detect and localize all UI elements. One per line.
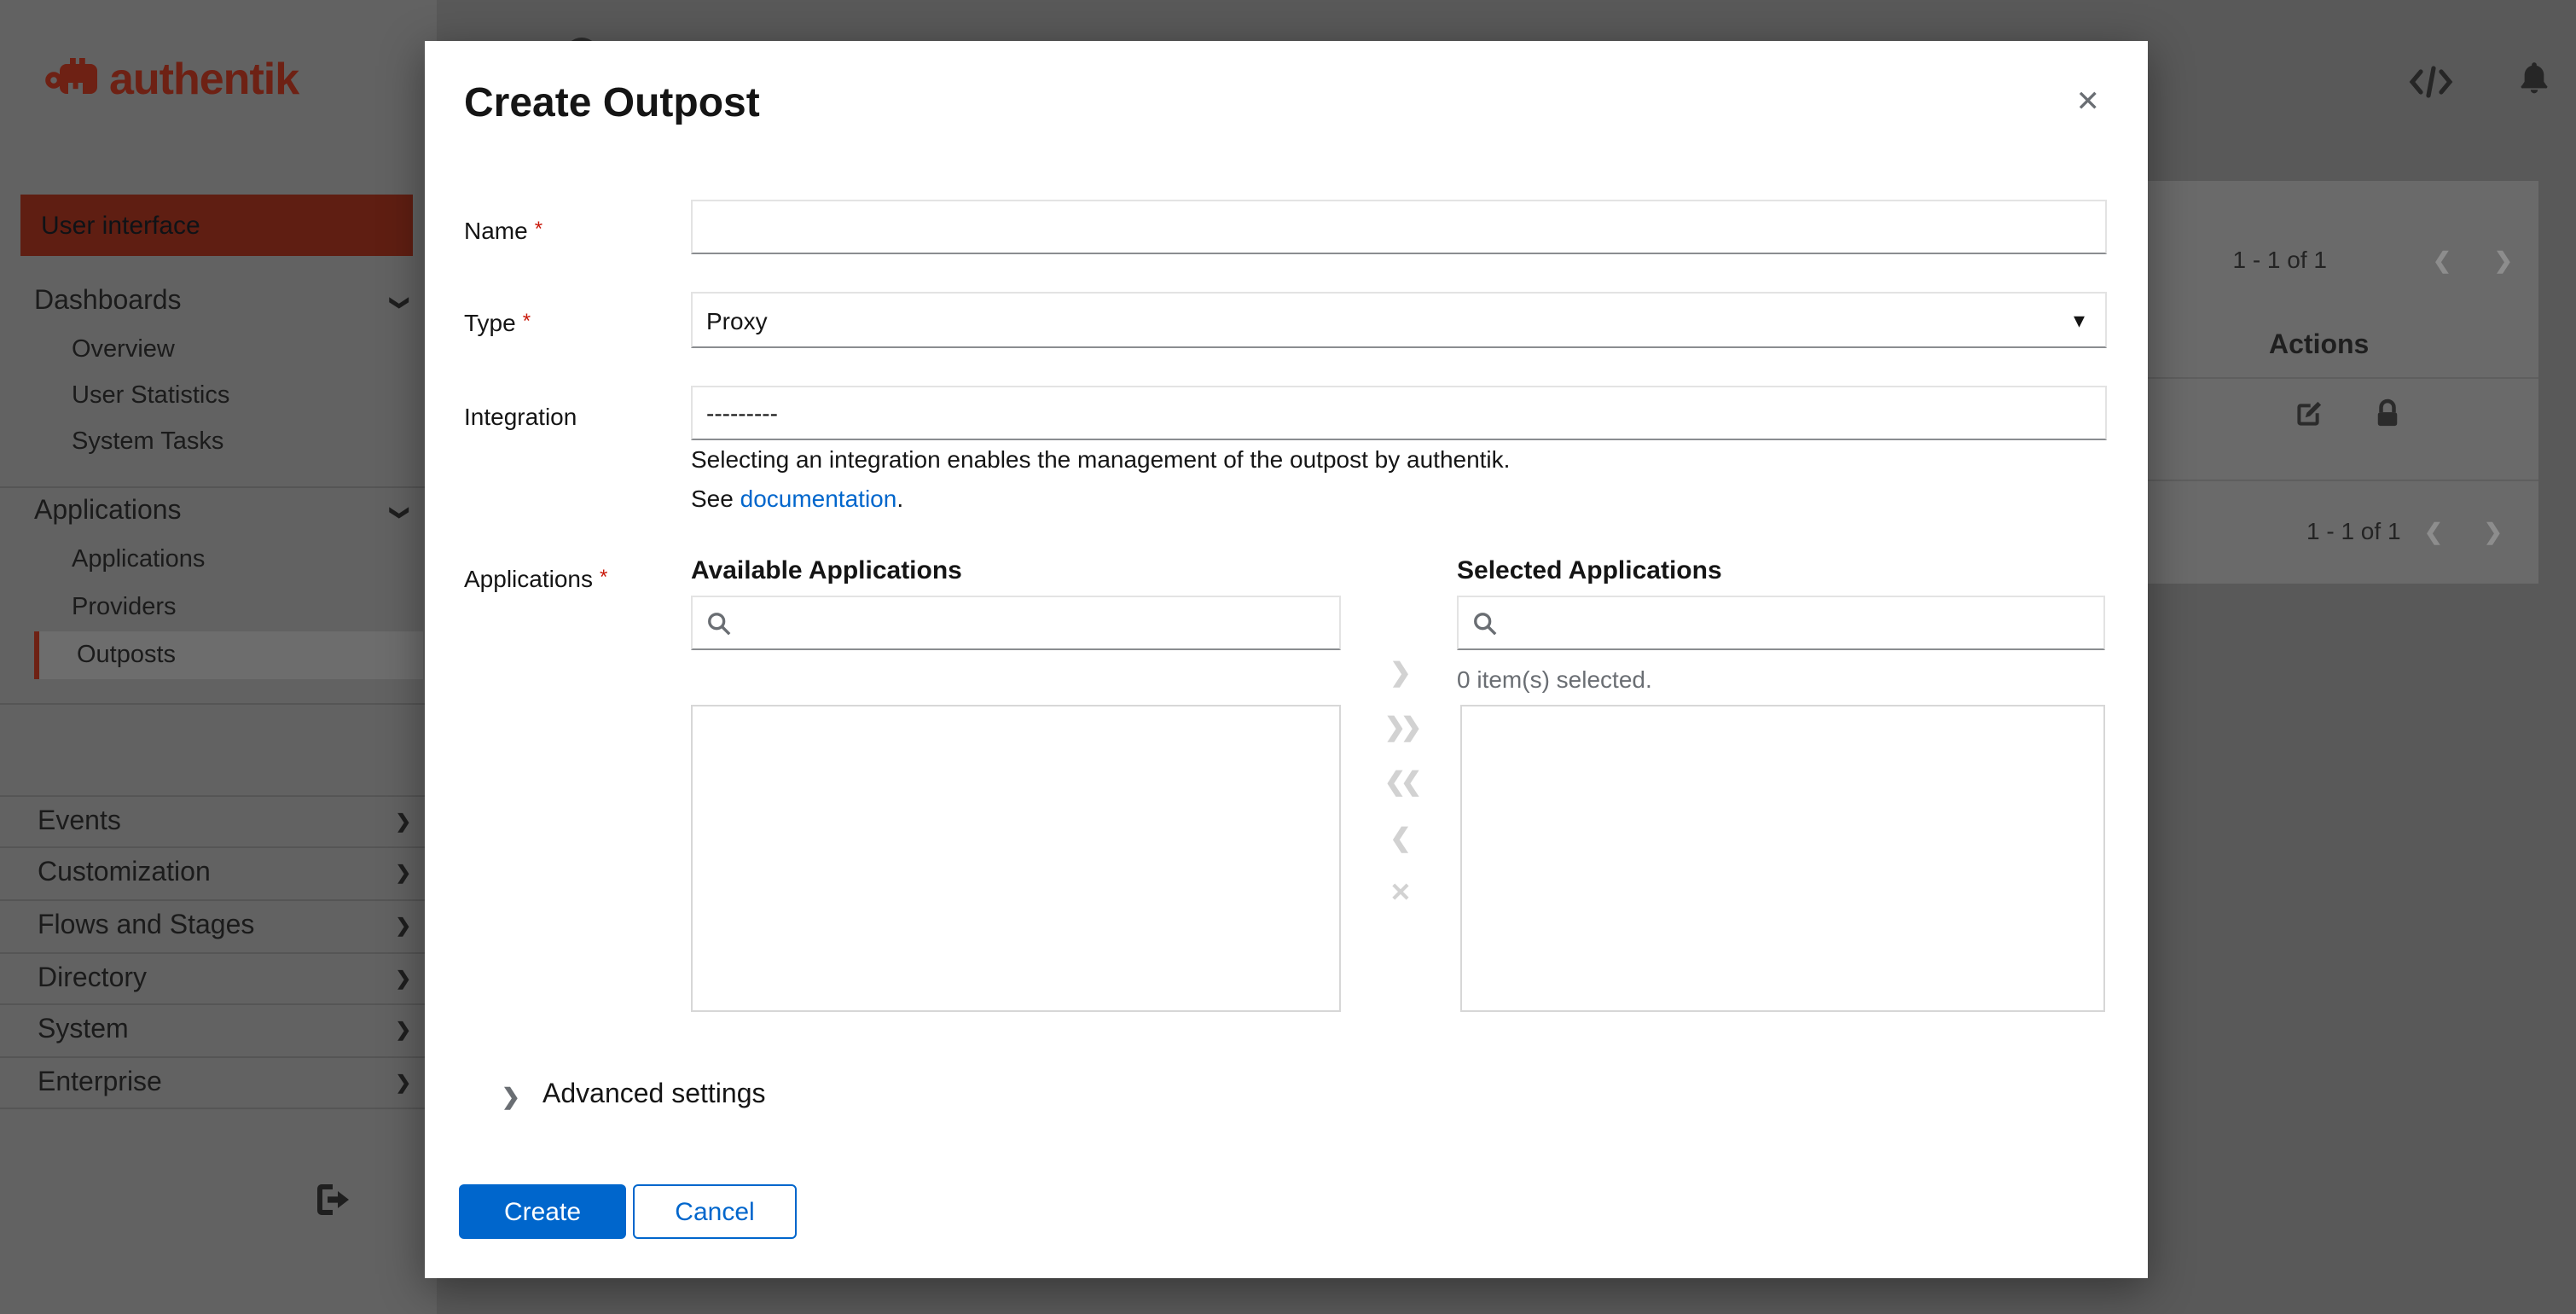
add-selected-icon[interactable]: ❯ <box>1380 659 1421 689</box>
sidebar-item-outposts[interactable]: Outposts <box>34 631 423 679</box>
sign-out-icon[interactable] <box>317 1184 351 1215</box>
sidebar-divider <box>0 703 437 705</box>
lock-icon[interactable] <box>2375 398 2400 439</box>
required-asterisk: * <box>600 565 608 589</box>
api-code-icon[interactable] <box>2409 65 2453 108</box>
sidebar-item-label: Flows and Stages <box>38 910 255 939</box>
search-icon <box>708 612 731 635</box>
pagination-top-text: 1 - 1 of 1 <box>2232 246 2327 273</box>
modal-title: Create Outpost <box>464 80 760 126</box>
chevron-right-icon: ❯ <box>395 863 411 884</box>
available-search-input[interactable] <box>742 596 1339 650</box>
selected-applications-list[interactable] <box>1460 705 2105 1012</box>
chevron-right-icon: ❯ <box>395 1073 411 1094</box>
sidebar-item-label: Enterprise <box>38 1067 162 1096</box>
selected-search-box <box>1457 596 2105 650</box>
selected-applications-header: Selected Applications <box>1457 556 1722 585</box>
user-interface-label: User interface <box>41 211 200 240</box>
pagination-bottom-text: 1 - 1 of 1 <box>2306 517 2401 544</box>
brand-logo[interactable]: authentik <box>44 51 299 106</box>
app-root: authentik User interface Dashboards ❯ Ov… <box>0 0 2576 1314</box>
close-icon[interactable]: ✕ <box>2076 85 2101 119</box>
applications-label: Applications * <box>464 565 608 592</box>
sidebar-item-system-tasks[interactable]: System Tasks <box>34 418 423 466</box>
caret-down-icon: ▾ <box>2073 306 2085 332</box>
create-button[interactable]: Create <box>459 1184 626 1239</box>
user-interface-banner[interactable]: User interface <box>20 195 413 256</box>
sidebar-item-system[interactable]: System ❯ <box>0 1003 437 1055</box>
authentik-key-logo-icon <box>45 58 97 94</box>
create-outpost-modal: Create Outpost ✕ Name * Type * Proxy ▾ Int… <box>425 41 2148 1278</box>
sidebar-item-label: Outposts <box>77 642 177 669</box>
required-asterisk: * <box>522 309 531 333</box>
sidebar-item-label: Applications <box>72 546 206 573</box>
remove-selected-icon[interactable]: ❮ <box>1380 824 1421 855</box>
documentation-link[interactable]: documentation <box>740 485 897 512</box>
pagination-prev-icon[interactable]: ❮ <box>2422 246 2462 276</box>
sidebar-item-user-statistics[interactable]: User Statistics <box>34 372 423 420</box>
available-search-box <box>691 596 1341 650</box>
integration-label: Integration <box>464 403 577 430</box>
integration-help-text: Selecting an integration enables the man… <box>691 445 1511 473</box>
sidebar-item-dashboards[interactable]: Dashboards ❯ <box>34 278 423 326</box>
pagination-next-icon[interactable]: ❯ <box>2484 246 2523 276</box>
integration-help-see: See documentation. <box>691 485 904 512</box>
edit-icon[interactable] <box>2293 399 2324 439</box>
sidebar-item-applications-group[interactable]: Applications ❯ <box>34 488 423 536</box>
type-select-value: Proxy <box>706 306 768 334</box>
actions-column-header: Actions <box>2269 331 2370 360</box>
cancel-button[interactable]: Cancel <box>633 1184 797 1239</box>
type-select[interactable]: Proxy ▾ <box>691 292 2107 348</box>
add-all-icon[interactable]: ❯❯ <box>1380 713 1426 744</box>
chevron-down-icon: ❯ <box>388 503 409 520</box>
chevron-right-icon: ❯ <box>395 1020 411 1041</box>
sidebar-item-events[interactable]: Events ❯ <box>0 795 437 846</box>
name-input[interactable] <box>691 200 2107 254</box>
sidebar-item-label: System Tasks <box>72 428 224 456</box>
sidebar-item-enterprise[interactable]: Enterprise ❯ <box>0 1056 437 1109</box>
selected-count-text: 0 item(s) selected. <box>1457 666 1652 693</box>
sidebar-item-label: Dashboards <box>34 287 182 316</box>
required-asterisk: * <box>534 217 543 241</box>
chevron-down-icon: ❯ <box>388 294 409 311</box>
sidebar-item-flows-and-stages[interactable]: Flows and Stages ❯ <box>0 899 437 951</box>
available-applications-header: Available Applications <box>691 556 962 585</box>
pagination-next-icon[interactable]: ❯ <box>2474 517 2513 548</box>
clear-selection-icon[interactable]: ✕ <box>1380 879 1421 910</box>
type-label: Type * <box>464 309 531 336</box>
sidebar-item-label: Customization <box>38 858 211 887</box>
sidebar: authentik User interface Dashboards ❯ Ov… <box>0 0 437 1314</box>
available-applications-list[interactable] <box>691 705 1341 1012</box>
sidebar-item-label: System <box>38 1015 129 1044</box>
integration-select[interactable]: --------- <box>691 386 2107 440</box>
sidebar-item-applications[interactable]: Applications <box>34 536 423 584</box>
search-icon <box>1474 612 1497 635</box>
notifications-bell-icon[interactable] <box>2520 61 2549 104</box>
name-label: Name * <box>464 217 543 244</box>
brand-wordmark: authentik <box>109 52 299 103</box>
chevron-right-icon: ❯ <box>395 812 411 833</box>
remove-all-icon[interactable]: ❮❮ <box>1380 768 1426 799</box>
chevron-right-icon: ❯ <box>395 969 411 990</box>
chevron-right-icon: ❯ <box>395 916 411 937</box>
sidebar-item-label: Directory <box>38 963 148 992</box>
pagination-prev-icon[interactable]: ❮ <box>2414 517 2453 548</box>
chevron-right-icon[interactable]: ❯ <box>502 1084 520 1111</box>
sidebar-item-label: Providers <box>72 594 177 621</box>
sidebar-item-directory[interactable]: Directory ❯ <box>0 952 437 1003</box>
sidebar-item-label: Applications <box>34 497 182 526</box>
sidebar-item-label: User Statistics <box>72 382 230 410</box>
sidebar-item-label: Overview <box>72 336 175 363</box>
sidebar-item-overview[interactable]: Overview <box>34 326 423 374</box>
integration-select-value: --------- <box>706 399 778 427</box>
sidebar-item-label: Events <box>38 806 121 835</box>
sidebar-item-customization[interactable]: Customization ❯ <box>0 846 437 898</box>
selected-search-input[interactable] <box>1508 596 2103 650</box>
sidebar-item-providers[interactable]: Providers <box>34 584 423 631</box>
advanced-settings-toggle[interactable]: Advanced settings <box>542 1080 766 1111</box>
